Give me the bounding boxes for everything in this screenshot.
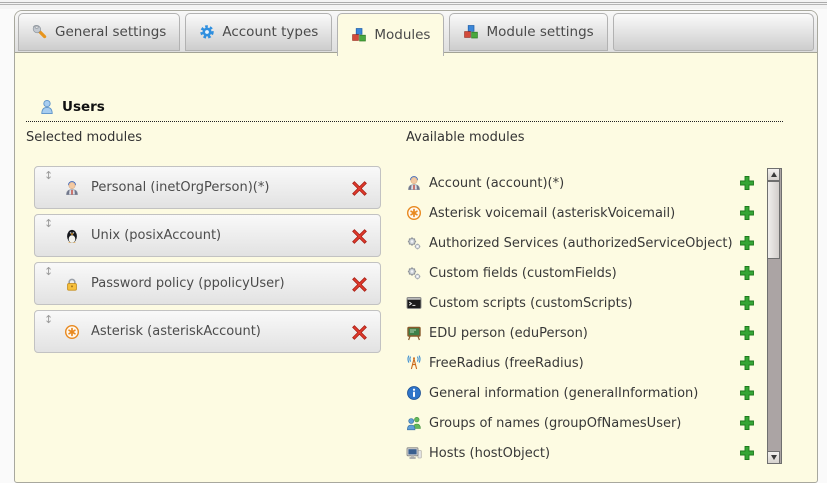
tab-module-settings[interactable]: Module settings <box>449 13 607 51</box>
selected-module-label: Password policy (ppolicyUser) <box>91 276 285 291</box>
tab-account-types[interactable]: Account types <box>185 13 332 51</box>
asterisk-circle-icon <box>64 324 80 340</box>
blue-gear-icon <box>199 24 215 40</box>
padlock-icon <box>64 276 80 292</box>
remove-module-button[interactable] <box>351 228 368 245</box>
person-icon <box>64 180 80 196</box>
selected-module-label: Asterisk (asteriskAccount) <box>91 324 261 339</box>
available-module-label: Groups of names (groupOfNamesUser) <box>429 416 681 431</box>
scroll-up-button[interactable] <box>767 168 780 181</box>
remove-module-button[interactable] <box>351 324 368 341</box>
available-module-row-asterisk-voicemail: Asterisk voicemail (asteriskVoicemail) <box>406 198 758 228</box>
available-module-label: Authorized Services (authorizedServiceOb… <box>429 236 733 251</box>
add-module-button[interactable] <box>739 415 755 431</box>
available-module-label: Asterisk voicemail (asteriskVoicemail) <box>429 206 675 221</box>
selected-module-label: Unix (posixAccount) <box>91 228 221 243</box>
available-module-row-authorized-services: Authorized Services (authorizedServiceOb… <box>406 228 758 258</box>
user-silhouette-icon <box>39 99 55 115</box>
available-module-row-account: Account (account)(*) <box>406 168 758 198</box>
available-modules-list: Account (account)(*) Asterisk voicemail … <box>406 168 758 468</box>
available-module-row-edu-person: EDU person (eduPerson) <box>406 318 758 348</box>
available-module-row-custom-scripts: Custom scripts (customScripts) <box>406 288 758 318</box>
users-section-header: Users <box>26 92 783 122</box>
triangle-down-icon <box>771 455 777 460</box>
tab-general-settings[interactable]: General settings <box>18 13 180 51</box>
terminal-icon <box>406 295 422 311</box>
available-module-label: Custom scripts (customScripts) <box>429 296 633 311</box>
tab-label: General settings <box>55 24 166 40</box>
available-module-row-custom-fields: Custom fields (customFields) <box>406 258 758 288</box>
remove-module-button[interactable] <box>351 276 368 293</box>
wrench-icon <box>32 24 48 40</box>
lam-configuration-screen: General settings Account types <box>0 0 827 487</box>
add-module-button[interactable] <box>739 325 755 341</box>
add-module-button[interactable] <box>739 205 755 221</box>
cubes-icon <box>463 24 479 40</box>
selected-modules-heading: Selected modules <box>26 130 142 145</box>
users-section-title: Users <box>62 99 105 115</box>
tab-label: Account types <box>222 24 318 40</box>
remove-module-button[interactable] <box>351 180 368 197</box>
gears-icon <box>406 235 422 251</box>
add-module-button[interactable] <box>739 355 755 371</box>
available-module-row-hosts: Hosts (hostObject) <box>406 438 758 468</box>
cubes-icon <box>351 27 367 43</box>
tab-label: Modules <box>374 27 430 43</box>
available-modules-heading: Available modules <box>406 130 524 145</box>
available-module-label: General information (generalInformation) <box>429 386 698 401</box>
available-module-label: FreeRadius (freeRadius) <box>429 356 584 371</box>
info-icon <box>406 385 422 401</box>
selected-module-row-unix: ↕ Unix (posixAccount) <box>34 214 381 257</box>
add-module-button[interactable] <box>739 265 755 281</box>
page-bottom-margin <box>0 483 827 487</box>
asterisk-circle-icon <box>406 205 422 221</box>
available-module-row-freeradius: FreeRadius (freeRadius) <box>406 348 758 378</box>
available-module-label: EDU person (eduPerson) <box>429 326 588 341</box>
available-module-row-general-information: General information (generalInformation) <box>406 378 758 408</box>
add-module-button[interactable] <box>739 445 755 461</box>
available-module-row-groups-of-names: Groups of names (groupOfNamesUser) <box>406 408 758 438</box>
drag-handle-icon[interactable]: ↕ <box>44 314 53 325</box>
available-modules-scrollbar[interactable] <box>767 168 782 464</box>
modules-panel: General settings Account types <box>14 10 818 483</box>
person-icon <box>406 175 422 191</box>
available-module-label: Custom fields (customFields) <box>429 266 617 281</box>
selected-module-row-asterisk: ↕ Asterisk (asteriskAccount) <box>34 310 381 353</box>
tab-strip: General settings Account types <box>18 13 814 59</box>
tab-modules[interactable]: Modules <box>337 13 444 56</box>
add-module-button[interactable] <box>739 385 755 401</box>
selected-module-label: Personal (inetOrgPerson)(*) <box>91 180 269 195</box>
selected-module-row-password-policy: ↕ Password policy (ppolicyUser) <box>34 262 381 305</box>
tab-strip-filler <box>613 13 814 51</box>
gears-icon <box>406 265 422 281</box>
add-module-button[interactable] <box>739 235 755 251</box>
drag-handle-icon[interactable]: ↕ <box>44 170 53 181</box>
selected-module-row-personal: ↕ Personal (inetOrgPerson)(*) <box>34 166 381 209</box>
triangle-up-icon <box>771 172 777 177</box>
window-top-edge <box>0 0 827 9</box>
scroll-down-button[interactable] <box>767 451 780 464</box>
people-group-icon <box>406 415 422 431</box>
chalkboard-icon <box>406 325 422 341</box>
computer-icon <box>406 445 422 461</box>
available-module-label: Account (account)(*) <box>429 176 564 191</box>
scrollbar-thumb[interactable] <box>767 181 780 259</box>
selected-modules-list: ↕ Personal (inetOrgPerson)(*) <box>34 166 381 358</box>
tab-label: Module settings <box>486 24 593 40</box>
tux-penguin-icon <box>64 228 80 244</box>
drag-handle-icon[interactable]: ↕ <box>44 218 53 229</box>
available-module-label: Hosts (hostObject) <box>429 446 550 461</box>
radio-antenna-icon <box>406 355 422 371</box>
add-module-button[interactable] <box>739 295 755 311</box>
drag-handle-icon[interactable]: ↕ <box>44 266 53 277</box>
add-module-button[interactable] <box>739 175 755 191</box>
